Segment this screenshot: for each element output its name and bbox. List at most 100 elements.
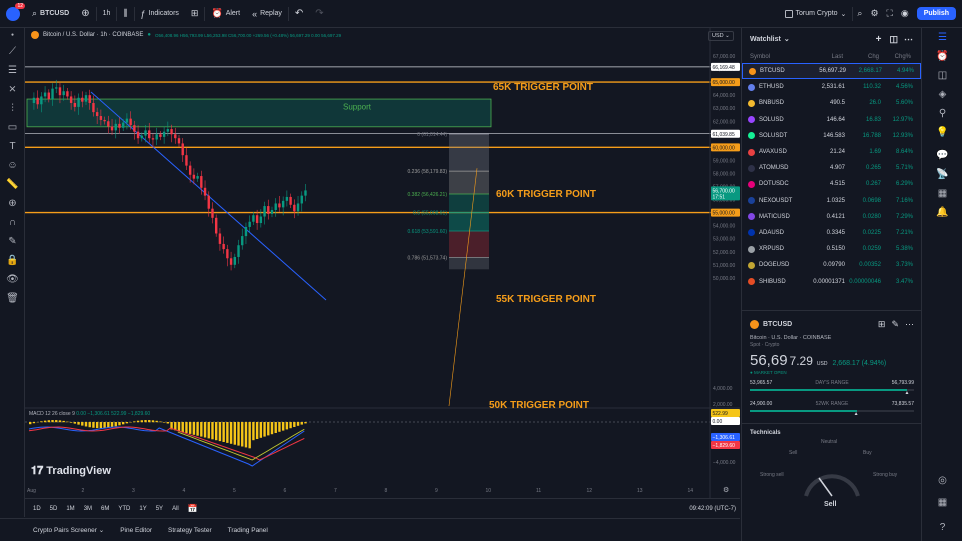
range-1m[interactable]: 1M [66, 506, 74, 512]
watchlist-row-adausd[interactable]: ADAUSD 0.3345 0.0225 7.21% [742, 225, 921, 241]
watchlist-row-xrpusd[interactable]: XRPUSD 0.5150 0.0259 5.38% [742, 241, 921, 257]
more-icon[interactable]: ⋯ [905, 319, 914, 330]
range-6m[interactable]: 6M [101, 506, 109, 512]
tab-crypto-screener[interactable]: Crypto Pairs Screener ⌄ [33, 526, 104, 534]
watchlist-row-solusd[interactable]: SOLUSD 146.64 16.83 12.97% [742, 112, 921, 128]
settings-button[interactable]: ⚙ [866, 0, 882, 28]
fib-tool-icon[interactable]: ⫶ [0, 99, 25, 118]
add-symbol-icon[interactable]: + [876, 34, 882, 45]
magnet-icon[interactable]: ∩ [0, 213, 25, 232]
compare-symbol-button[interactable]: ⊕ [75, 0, 95, 28]
watchlist-row-atomusd[interactable]: ATOMUSD 4.907 0.265 5.71% [742, 160, 921, 176]
streams-icon[interactable]: 📡 [922, 165, 962, 184]
range-3m[interactable]: 3M [84, 506, 92, 512]
watchlist-row-dotusdc[interactable]: DOTUSDC 4.515 0.267 6.29% [742, 176, 921, 192]
watchlist-row-ethusd[interactable]: ETHUSD 2,531.61 110.32 4.56% [742, 79, 921, 95]
redo-button[interactable]: ↷ [309, 0, 329, 28]
watchlist-row-btcusd[interactable]: BTCUSD 56,697.29 2,668.17 4.94% [742, 63, 921, 80]
more-icon[interactable]: ⋯ [904, 34, 913, 45]
user-avatar[interactable]: 12 [6, 2, 25, 21]
horizontal-lines-icon[interactable]: ☰ [0, 61, 25, 80]
ruler-icon[interactable]: 📏 [0, 175, 25, 194]
hotlist-icon[interactable]: ⚲ [922, 104, 962, 123]
grid-icon[interactable]: ⊞ [878, 319, 886, 330]
pitchfork-icon[interactable]: ⨯ [0, 80, 25, 99]
chat-icon[interactable]: 💬 [922, 146, 962, 165]
calendar-icon[interactable]: 📅 [188, 504, 198, 513]
chart-type-button[interactable]: ⫼ [117, 0, 133, 28]
help-icon[interactable]: ? [922, 518, 962, 537]
edit-icon[interactable]: ✎ [891, 319, 899, 330]
rectangle-icon[interactable]: ▭ [0, 118, 25, 137]
layers-icon[interactable]: ◈ [922, 85, 962, 104]
snapshot-button[interactable]: ◉ [897, 0, 913, 28]
range-ytd[interactable]: YTD [118, 506, 130, 512]
macd-axis-label: 2,000.00 [713, 402, 733, 408]
eye-icon[interactable]: 👁 [0, 270, 25, 289]
price-chart[interactable]: 67,000.0066,000.0065,000.0064,000.0063,0… [25, 28, 740, 498]
watchlist-title[interactable]: Watchlist [750, 36, 781, 43]
alarm-clock-icon[interactable]: ⏰ [922, 47, 962, 66]
text-icon[interactable]: T [0, 137, 25, 156]
zoom-icon[interactable]: ⊕ [0, 194, 25, 213]
emoji-icon[interactable]: ☺ [0, 156, 25, 175]
watchlist-row-maticusd[interactable]: MATICUSD 0.4121 0.0280 7.29% [742, 209, 921, 225]
undo-button[interactable]: ↶ [289, 0, 309, 28]
col-last[interactable]: Last [805, 54, 843, 60]
calendar-icon[interactable]: ▦ [922, 184, 962, 203]
tag-countdown: 17:51 [713, 194, 726, 200]
details-symbol[interactable]: BTCUSD [763, 321, 792, 328]
stay-drawing-icon[interactable]: ✎ [0, 232, 25, 251]
data-window-icon[interactable]: ◫ [922, 66, 962, 85]
interval-button[interactable]: 1h [97, 0, 117, 28]
macd-histogram-bar [122, 422, 125, 425]
range-1d[interactable]: 1D [33, 506, 41, 512]
watchlist-row-solusdt[interactable]: SOLUSDT 146.583 16.788 12.93% [742, 128, 921, 144]
ideas-icon[interactable]: 💡 [922, 123, 962, 142]
row-chg: 0.0259 [862, 246, 881, 253]
watchlist-row-dogeusd[interactable]: DOGEUSD 0.09790 0.00352 3.73% [742, 257, 921, 273]
replay-button[interactable]: «Replay [246, 0, 288, 28]
symbol-search[interactable]: ⌕ BTCUSD [26, 0, 75, 28]
clock[interactable]: 09:42:09 (UTC-7) [689, 506, 736, 512]
lock-icon[interactable]: 🔒 [0, 251, 25, 270]
range-1y[interactable]: 1Y [139, 506, 146, 512]
col-chgp[interactable]: Chg% [879, 54, 911, 60]
publish-button[interactable]: Publish [913, 0, 962, 28]
row-symbol: DOTUSDC [759, 181, 789, 188]
layout-button[interactable]: Torum Crypto ⌄ [779, 0, 853, 28]
watchlist-row-nexousdt[interactable]: NEXOUSDT 1.0325 0.0698 7.16% [742, 193, 921, 209]
range-5y[interactable]: 5Y [156, 506, 163, 512]
trash-icon[interactable]: 🗑 [0, 289, 25, 308]
watchlist-row-shibusd[interactable]: SHIBUSD 0.00001371 0.00000046 3.47% [742, 273, 921, 289]
tab-strategy-tester[interactable]: Strategy Tester [168, 527, 212, 534]
col-symbol[interactable]: Symbol [750, 54, 805, 60]
chevron-down-icon[interactable]: ⌄ [784, 35, 790, 43]
macd-histogram-bar [237, 422, 240, 446]
trendline-icon[interactable]: ⟋ [0, 42, 25, 61]
range-5d[interactable]: 5D [50, 506, 58, 512]
col-chg[interactable]: Chg [843, 54, 879, 60]
quick-search-button[interactable]: ⌕ [853, 0, 866, 28]
watchlist-row-bnbusd[interactable]: BNBUSD 490.5 26.0 5.60% [742, 95, 921, 111]
fib-zone [449, 257, 489, 270]
range-all[interactable]: All [172, 506, 179, 512]
templates-button[interactable]: ⊞ [185, 0, 205, 28]
target-icon[interactable]: ◎ [922, 471, 962, 490]
macd-histogram-bar [255, 422, 259, 439]
tab-trading-panel[interactable]: Trading Panel [228, 527, 268, 534]
technicals-title[interactable]: Technicals [742, 423, 922, 436]
notifications-icon[interactable]: 🔔 [922, 203, 962, 222]
calendar-grid-icon[interactable]: ▦ [922, 493, 962, 512]
wk-range-fill [750, 410, 857, 412]
layout-icon[interactable]: ◫ [889, 34, 898, 45]
tab-pine-editor[interactable]: Pine Editor [120, 527, 152, 534]
chart-pane[interactable]: 67,000.0066,000.0065,000.0064,000.0063,0… [25, 28, 740, 498]
currency-button[interactable]: USD ⌄ [708, 31, 734, 41]
cursor-icon[interactable]: ● [0, 28, 25, 42]
alert-button[interactable]: ⏰ Alert [205, 0, 246, 28]
indicators-button[interactable]: ƒ Indicators [135, 0, 185, 28]
fullscreen-button[interactable]: ⛶ [883, 0, 897, 28]
watchlist-row-avaxusd[interactable]: AVAXUSD 21.24 1.69 8.64% [742, 144, 921, 160]
watchlist-icon[interactable]: ☰ [922, 28, 962, 47]
